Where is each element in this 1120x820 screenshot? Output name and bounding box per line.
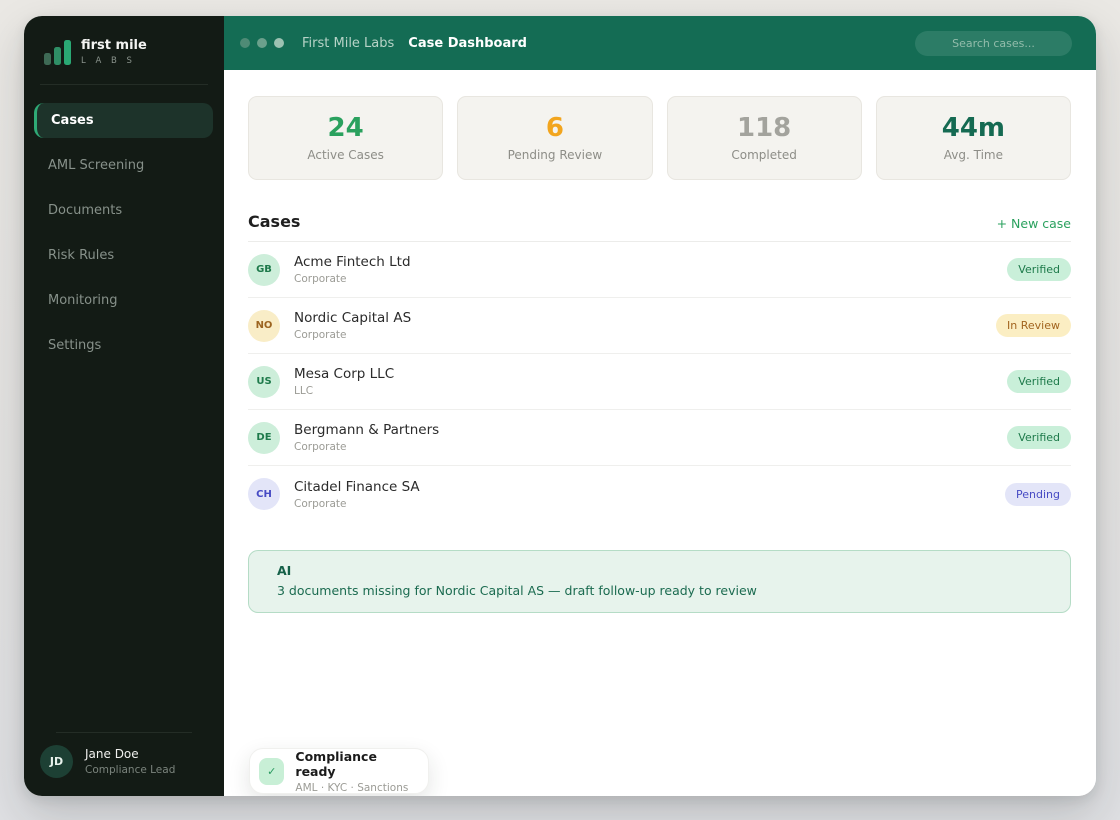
case-name: Acme Fintech Ltd	[294, 254, 411, 270]
sidebar-nav-item[interactable]: Monitoring	[24, 283, 224, 318]
content: 24 Active Cases 6 Pending Review 118 Com…	[224, 70, 1096, 796]
case-type: Corporate	[294, 497, 347, 510]
avatar: DE	[248, 421, 280, 454]
cases-section-title: Cases	[248, 212, 301, 231]
case-name: Citadel Finance SA	[294, 478, 420, 495]
sidebar-nav-item[interactable]: Documents	[24, 193, 224, 228]
stat-label: Pending Review	[507, 147, 603, 162]
sidebar-nav-item[interactable]: AML Screening	[24, 148, 224, 183]
avatar: JD	[40, 745, 73, 778]
page-title: Case Dashboard	[408, 35, 527, 51]
sidebar-nav: Cases AML Screening Documents Risk Rules…	[24, 103, 224, 363]
ai-banner-message: 3 documents missing for Nordic Capital A…	[277, 583, 757, 598]
stat-value: 44m	[941, 112, 1006, 143]
sidebar-nav-item[interactable]: Settings	[24, 328, 224, 363]
stat-value: 6	[545, 112, 564, 143]
case-name: Mesa Corp LLC	[294, 366, 395, 382]
stat-value: 24	[327, 112, 364, 143]
sidebar-nav-item-label: Cases	[51, 113, 94, 129]
stat-label: Active Cases	[307, 147, 384, 162]
user-role: Compliance Lead	[85, 764, 176, 776]
check-icon: ✓	[259, 757, 285, 785]
case-name: Bergmann & Partners	[294, 422, 440, 438]
ai-banner-label: AI	[277, 563, 292, 578]
case-type: LLC	[294, 385, 314, 397]
window-dot-icon	[257, 38, 267, 48]
case-list: GB Acme Fintech Ltd Corporate Verified N…	[248, 242, 1071, 522]
sidebar-divider	[40, 84, 208, 86]
sidebar: first mile L A B S Cases AML Screening D…	[24, 16, 224, 796]
sidebar-nav-item-label: Settings	[48, 338, 102, 354]
stat-card: 6 Pending Review	[457, 96, 653, 180]
sidebar-nav-item-label: Monitoring	[48, 293, 118, 309]
user-divider	[56, 732, 192, 733]
stats-row: 24 Active Cases 6 Pending Review 118 Com…	[248, 96, 1071, 180]
sidebar-nav-item-label: Documents	[48, 203, 123, 219]
case-type: Corporate	[294, 329, 347, 341]
compliance-subtitle: AML · KYC · Sanctions	[295, 781, 409, 794]
stat-value: 118	[736, 112, 792, 143]
user-name: Jane Doe	[85, 747, 139, 761]
status-badge: Verified	[1007, 370, 1071, 393]
sidebar-nav-item-label: AML Screening	[48, 158, 145, 174]
avatar: NO	[248, 309, 280, 342]
status-badge: Verified	[1007, 258, 1071, 281]
sidebar-nav-item[interactable]: Risk Rules	[24, 238, 224, 273]
table-row[interactable]: DE Bergmann & Partners Corporate Verifie…	[248, 410, 1071, 466]
new-case-button[interactable]: + New case	[997, 216, 1071, 231]
window-dot-icon	[274, 38, 284, 48]
stat-card: 24 Active Cases	[248, 96, 444, 180]
user-profile[interactable]: JD Jane Doe Compliance Lead	[40, 745, 208, 778]
compliance-card: ✓ Compliance ready AML · KYC · Sanctions	[249, 748, 429, 794]
case-name: Nordic Capital AS	[294, 310, 412, 326]
avatar: GB	[248, 253, 280, 286]
table-row[interactable]: US Mesa Corp LLC LLC Verified	[248, 354, 1071, 410]
logo: first mile L A B S	[24, 16, 224, 84]
app-name: First Mile Labs	[302, 35, 395, 51]
window-dot-icon	[240, 38, 250, 48]
sidebar-nav-item[interactable]: Cases	[34, 103, 213, 139]
status-badge: In Review	[996, 314, 1071, 337]
stat-label: Completed	[731, 147, 797, 162]
case-type: Corporate	[294, 273, 347, 285]
app-window: first mile L A B S Cases AML Screening D…	[24, 16, 1096, 796]
search-input[interactable]	[915, 30, 1072, 56]
table-row[interactable]: GB Acme Fintech Ltd Corporate Verified	[248, 242, 1071, 298]
cases-section-head: Cases + New case	[248, 212, 1071, 242]
main-area: First Mile Labs Case Dashboard 24 Active…	[224, 16, 1096, 796]
logo-subtitle: L A B S	[81, 56, 136, 67]
table-row[interactable]: CH Citadel Finance SA Corporate Pending	[248, 466, 1071, 522]
status-badge: Verified	[1007, 426, 1071, 449]
window-control-dots	[240, 38, 284, 48]
ai-banner[interactable]: AI 3 documents missing for Nordic Capita…	[248, 550, 1071, 613]
avatar: CH	[248, 478, 280, 510]
stat-label: Avg. Time	[943, 147, 1003, 162]
stat-card: 44m Avg. Time	[875, 96, 1071, 180]
compliance-title: Compliance ready	[295, 748, 377, 779]
case-type: Corporate	[294, 441, 347, 453]
status-badge: Pending	[1005, 482, 1071, 506]
user-block: JD Jane Doe Compliance Lead	[24, 718, 224, 796]
stat-card: 118 Completed	[666, 96, 862, 180]
table-row[interactable]: NO Nordic Capital AS Corporate In Review	[248, 298, 1071, 354]
sidebar-nav-item-label: Risk Rules	[48, 248, 115, 264]
avatar: US	[248, 365, 280, 398]
bar-chart-logo-icon	[44, 39, 71, 66]
logo-title: first mile	[81, 38, 147, 53]
top-bar: First Mile Labs Case Dashboard	[224, 16, 1096, 70]
